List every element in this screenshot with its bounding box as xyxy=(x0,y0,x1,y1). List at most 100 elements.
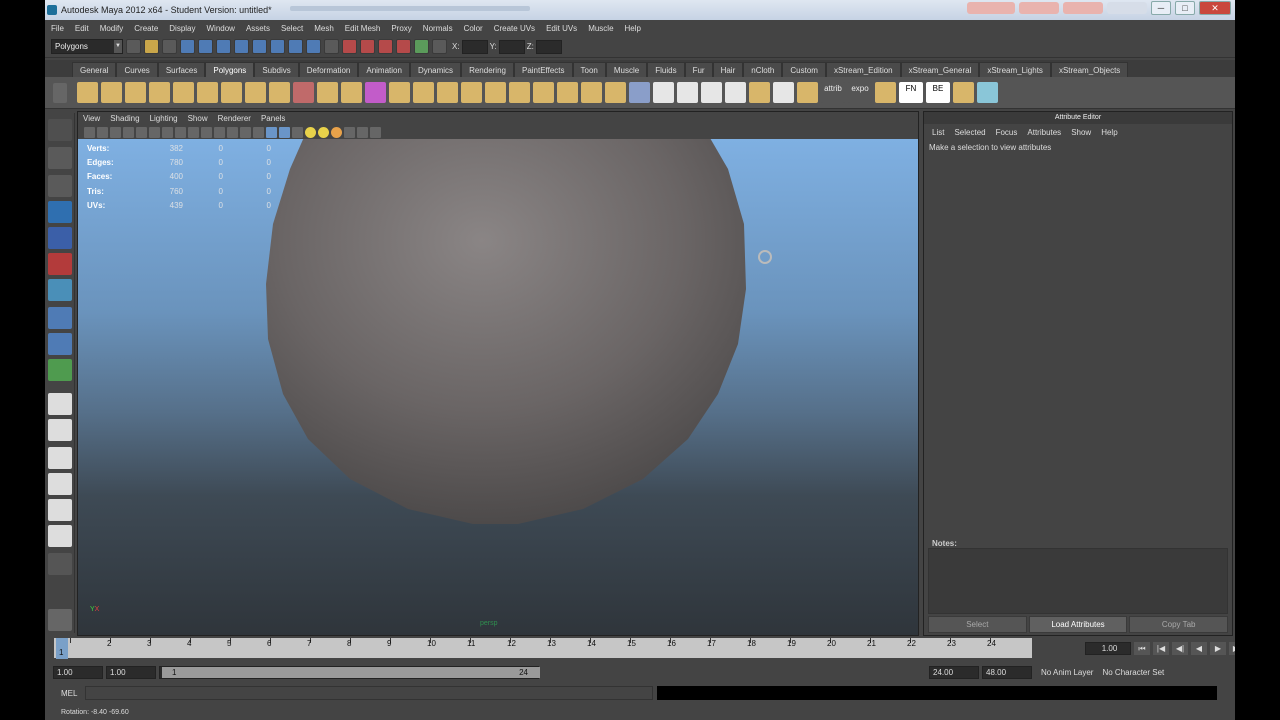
step-forward-frame-icon[interactable]: ▶| xyxy=(1229,642,1235,655)
layout-collapse-icon[interactable] xyxy=(48,553,72,575)
close-button[interactable]: ✕ xyxy=(1199,1,1231,15)
custom-shelf-icon[interactable] xyxy=(953,82,974,103)
two-d-pan-icon[interactable] xyxy=(136,126,147,138)
bevel-icon[interactable] xyxy=(509,82,530,103)
default-lighting-icon[interactable] xyxy=(305,126,316,138)
shelf-tab-painteffects[interactable]: PaintEffects xyxy=(513,62,573,77)
merge-vertices-icon[interactable] xyxy=(533,82,554,103)
play-backwards-icon[interactable]: ◀ xyxy=(1191,642,1207,655)
fn-shelf-button[interactable]: FN xyxy=(899,82,923,103)
smooth-shade-icon[interactable] xyxy=(266,126,277,138)
shelf-tab-curves[interactable]: Curves xyxy=(116,62,158,77)
xray-joints-icon[interactable] xyxy=(370,126,381,138)
menu-mesh[interactable]: Mesh xyxy=(308,24,339,33)
show-manipulator-icon[interactable] xyxy=(48,333,72,355)
go-to-start-icon[interactable]: ⏮ xyxy=(1134,642,1150,655)
poly-sphere-icon[interactable] xyxy=(77,82,98,103)
shadows-icon[interactable] xyxy=(331,126,342,138)
poly-torus-icon[interactable] xyxy=(197,82,218,103)
notes-field[interactable] xyxy=(928,548,1228,614)
camera-attributes-icon[interactable] xyxy=(97,126,108,138)
make-live-icon[interactable] xyxy=(306,39,321,54)
viewport-menu-panels[interactable]: Panels xyxy=(256,114,290,123)
isolate-select-icon[interactable] xyxy=(357,126,368,138)
shelf-menu-icon[interactable] xyxy=(53,83,67,103)
load-attributes-button[interactable]: Load Attributes xyxy=(1028,616,1128,633)
snap-view-plane-icon[interactable] xyxy=(288,39,303,54)
export-shelf-button[interactable]: expo xyxy=(848,82,872,103)
menu-window[interactable]: Window xyxy=(201,24,240,33)
attrib-shelf-button[interactable]: attrib xyxy=(821,82,845,103)
sphere-model[interactable] xyxy=(78,139,918,635)
textured-icon[interactable] xyxy=(292,126,303,138)
camera-select-icon[interactable] xyxy=(84,126,95,138)
single-perspective-layout-icon[interactable] xyxy=(48,393,72,415)
viewport-scene[interactable]: Verts: 382 0 0 Edges: 780 0 0 Faces: 400… xyxy=(78,139,918,635)
poly-cone-icon[interactable] xyxy=(149,82,170,103)
smooth-icon[interactable] xyxy=(581,82,602,103)
shelf-tab-subdivs[interactable]: Subdivs xyxy=(254,62,299,77)
select-button[interactable]: Select xyxy=(928,616,1027,633)
shelf-tab-surfaces[interactable]: Surfaces xyxy=(157,62,206,77)
bookmark-icon[interactable] xyxy=(110,126,121,138)
uv-texture-editor-icon[interactable] xyxy=(773,82,794,103)
command-input[interactable] xyxy=(85,686,653,700)
safe-title-icon[interactable] xyxy=(240,126,251,138)
shelf-tab-general[interactable]: General xyxy=(72,62,117,77)
perspective-viewport[interactable]: View Shading Lighting Show Renderer Pane… xyxy=(77,111,919,636)
image-plane-icon[interactable] xyxy=(123,126,134,138)
merge-edge-icon[interactable] xyxy=(557,82,578,103)
average-vertices-icon[interactable] xyxy=(605,82,626,103)
lasso-tool-icon[interactable] xyxy=(48,147,72,169)
ae-menu-focus[interactable]: Focus xyxy=(991,128,1023,137)
automatic-mapping-icon[interactable] xyxy=(749,82,770,103)
combine-icon[interactable] xyxy=(293,82,314,103)
shelf-tab-fluids[interactable]: Fluids xyxy=(647,62,685,77)
menu-file[interactable]: File xyxy=(45,24,69,33)
menu-select[interactable]: Select xyxy=(275,24,308,33)
shelf-tab-polygons[interactable]: Polygons xyxy=(205,62,255,77)
viewport-menu-shading[interactable]: Shading xyxy=(105,114,144,123)
render-icon[interactable] xyxy=(342,39,357,54)
menu-modify[interactable]: Modify xyxy=(94,24,129,33)
cylindrical-mapping-icon[interactable] xyxy=(701,82,722,103)
menu-muscle[interactable]: Muscle xyxy=(582,24,618,33)
grease-pencil-icon[interactable] xyxy=(149,126,160,138)
menu-create-uvs[interactable]: Create UVs xyxy=(488,24,540,33)
insert-edge-loop-icon[interactable] xyxy=(485,82,506,103)
maximize-button[interactable]: □ xyxy=(1175,1,1195,15)
shelf-tab-xstream-edition[interactable]: xStream_Edition xyxy=(825,62,901,77)
soft-modification-icon[interactable] xyxy=(48,307,72,329)
step-back-key-icon[interactable]: |◀ xyxy=(1153,642,1169,655)
persp-uv-layout-icon[interactable] xyxy=(48,525,72,547)
ae-menu-attributes[interactable]: Attributes xyxy=(1022,128,1066,137)
menu-edit[interactable]: Edit xyxy=(69,24,94,33)
poly-soccer-ball-icon[interactable] xyxy=(269,82,290,103)
gate-mask-icon[interactable] xyxy=(201,126,212,138)
ipr-render-icon[interactable] xyxy=(360,39,375,54)
menu-color[interactable]: Color xyxy=(458,24,488,33)
copy-tab-button[interactable]: Copy Tab xyxy=(1129,616,1229,633)
menu-display[interactable]: Display xyxy=(163,24,200,33)
field-chart-icon[interactable] xyxy=(214,126,225,138)
playback-start-field[interactable]: 1.00 xyxy=(106,665,156,679)
safe-action-icon[interactable] xyxy=(227,126,238,138)
playback-end-field[interactable]: 24.00 xyxy=(929,665,979,679)
range-slider-bar[interactable]: 1 24 xyxy=(159,665,540,679)
ae-menu-help[interactable]: Help xyxy=(1096,128,1122,137)
menu-help[interactable]: Help xyxy=(619,24,646,33)
split-polygon-icon[interactable] xyxy=(461,82,482,103)
sidebar-toggle-icon[interactable] xyxy=(432,39,447,54)
mel-label[interactable]: MEL xyxy=(53,689,81,698)
shelf-tab-deformation[interactable]: Deformation xyxy=(298,62,359,77)
select-by-hierarchy-icon[interactable] xyxy=(180,39,195,54)
append-polygon-icon[interactable] xyxy=(437,82,458,103)
snap-curve-icon[interactable] xyxy=(252,39,267,54)
menu-set-dropdown[interactable]: Polygons ▼ xyxy=(51,39,123,54)
shelf-tab-fur[interactable]: Fur xyxy=(684,62,713,77)
x-field[interactable] xyxy=(461,39,488,54)
current-time-field[interactable]: 1.00 xyxy=(1085,642,1131,655)
menu-proxy[interactable]: Proxy xyxy=(385,24,416,33)
history-icon[interactable] xyxy=(324,39,339,54)
character-set-dropdown[interactable]: No Character Set xyxy=(1096,665,1165,679)
